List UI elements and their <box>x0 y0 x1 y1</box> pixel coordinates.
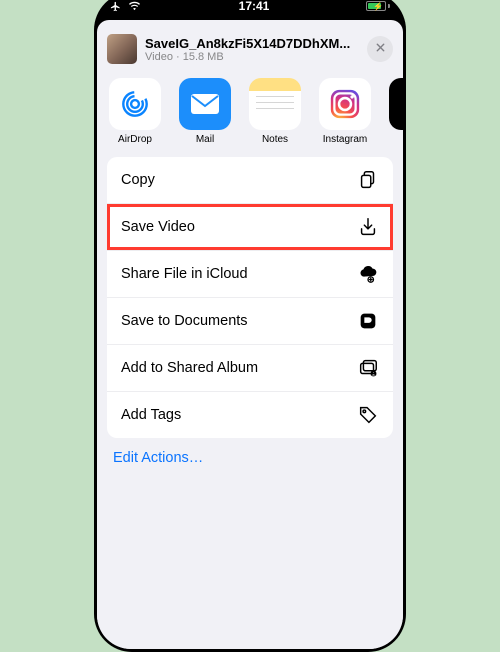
action-save-video[interactable]: Save Video <box>107 204 393 251</box>
action-label: Save to Documents <box>121 313 248 329</box>
app-airdrop[interactable]: AirDrop <box>109 78 161 145</box>
action-share-icloud[interactable]: Share File in iCloud <box>107 251 393 298</box>
action-label: Add to Shared Album <box>121 360 258 376</box>
file-info: SaveIG_An8kzFi5X14D7DDhXM... Video · 15.… <box>145 36 359 63</box>
app-notes[interactable]: Notes <box>249 78 301 145</box>
app-label: AirDrop <box>118 134 152 145</box>
action-label: Copy <box>121 172 155 188</box>
download-icon <box>357 216 379 238</box>
phone-frame: 17:41 ⚡ SaveIG_An8kzFi5X14D7DDhXM... Vid… <box>94 0 406 652</box>
app-label: Notes <box>262 134 288 145</box>
mail-icon <box>179 78 231 130</box>
app-label: Mail <box>196 134 214 145</box>
action-add-tags[interactable]: Add Tags <box>107 392 393 438</box>
icloud-share-icon <box>357 263 379 285</box>
edit-actions-link[interactable]: Edit Actions… <box>97 438 403 478</box>
airdrop-icon <box>109 78 161 130</box>
edit-actions-label: Edit Actions… <box>113 450 203 466</box>
wifi-icon <box>129 1 142 12</box>
action-add-shared-album[interactable]: Add to Shared Album <box>107 345 393 392</box>
documents-icon <box>357 310 379 332</box>
status-bar: 17:41 ⚡ <box>94 0 406 20</box>
shared-album-icon <box>357 357 379 379</box>
action-label: Add Tags <box>121 407 181 423</box>
file-meta: Video · 15.8 MB <box>145 51 359 63</box>
action-label: Share File in iCloud <box>121 266 248 282</box>
file-name: SaveIG_An8kzFi5X14D7DDhXM... <box>145 36 359 51</box>
tag-icon <box>357 404 379 426</box>
airplane-mode-icon <box>110 1 123 12</box>
app-label: Instagram <box>323 134 367 145</box>
actions-list: Copy Save Video Share File in iCloud Sav… <box>107 157 393 438</box>
app-mail[interactable]: Mail <box>179 78 231 145</box>
close-button[interactable] <box>367 36 393 62</box>
file-thumbnail <box>107 34 137 64</box>
notes-icon <box>249 78 301 130</box>
close-icon <box>375 40 386 58</box>
app-instagram[interactable]: Instagram <box>319 78 371 145</box>
share-sheet: SaveIG_An8kzFi5X14D7DDhXM... Video · 15.… <box>97 26 403 649</box>
copy-icon <box>357 169 379 191</box>
app-partial[interactable] <box>389 78 403 145</box>
battery-icon: ⚡ <box>366 1 390 11</box>
action-label: Save Video <box>121 219 195 235</box>
action-save-documents[interactable]: Save to Documents <box>107 298 393 345</box>
share-apps-row[interactable]: AirDrop Mail Notes <box>97 76 403 157</box>
partial-app-icon <box>389 78 403 130</box>
clock: 17:41 <box>239 0 270 13</box>
instagram-icon <box>319 78 371 130</box>
action-copy[interactable]: Copy <box>107 157 393 204</box>
sheet-header: SaveIG_An8kzFi5X14D7DDhXM... Video · 15.… <box>97 28 403 76</box>
